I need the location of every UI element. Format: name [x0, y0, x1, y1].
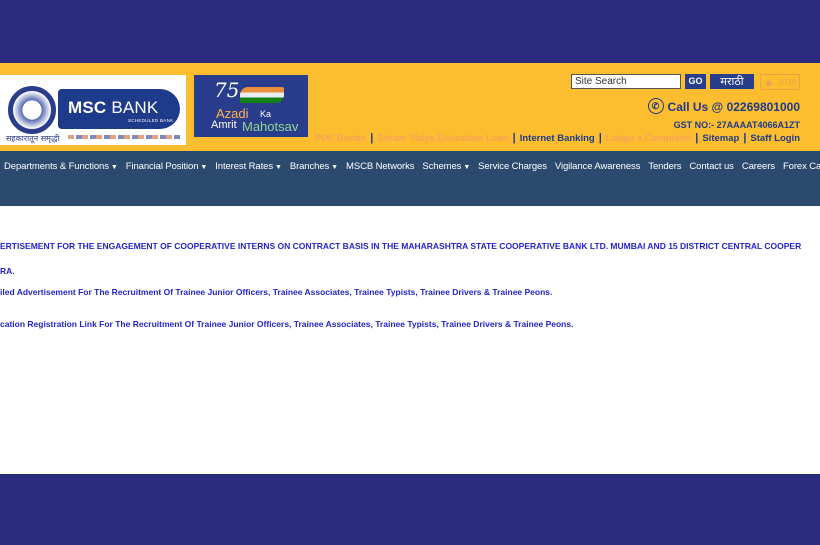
link-separator: | [512, 132, 516, 144]
bottom-banner-band [0, 474, 820, 545]
nav-contact-us[interactable]: Contact us [689, 161, 734, 172]
atm-label: ATM [778, 78, 795, 87]
dropdown-caret-icon: ▼ [274, 164, 282, 171]
site-header: सहकारातून समृद्धी MSC BANK SCHEDULED BAN… [0, 63, 820, 151]
link-separator: | [743, 132, 747, 144]
link-internet-banking[interactable]: Internet Banking [520, 133, 595, 144]
nav-careers[interactable]: Careers [742, 161, 775, 172]
nav-forex-card[interactable]: Forex Card [783, 161, 820, 172]
nav-branches[interactable]: Branches ▼ [290, 161, 338, 172]
tricolor-flag-icon [240, 87, 284, 103]
marathi-language-button[interactable]: मराठी [710, 74, 754, 89]
azadi-ka-amrit-mahotsav-logo: 75 Azadi Ka Amrit Mahotsav [194, 75, 308, 137]
notice-link-detailed-advertisement[interactable]: iled Advertisement For The Recruitment O… [0, 287, 552, 297]
call-us-text: Call Us @ 02269801000 [667, 100, 800, 114]
dropdown-caret-icon: ▼ [331, 164, 339, 171]
logo-tagline: सहकारातून समृद्धी [6, 134, 60, 143]
atm-locator-button[interactable]: ◆ ATM [760, 74, 800, 90]
bank-seal-icon [8, 86, 56, 134]
nav-interest-rates[interactable]: Interest Rates ▼ [215, 161, 282, 172]
location-pin-icon: ◆ [765, 78, 773, 89]
bank-subtitle: SCHEDULED BANK [128, 118, 174, 123]
main-navigation: Departments & Functions ▼ Financial Posit… [0, 151, 820, 206]
top-banner-band [0, 0, 820, 63]
bank-name: MSC BANK [68, 98, 159, 117]
notice-link-interns-continued[interactable]: RA. [0, 266, 15, 276]
header-links: PDF Bonds | Shram Vidya Education Loan | Int… [315, 132, 800, 144]
nav-tenders[interactable]: Tenders [648, 161, 681, 172]
nav-mscb-networks[interactable]: MSCB Networks [346, 161, 414, 172]
azadi-mahotsav-text: Mahotsav [242, 119, 299, 134]
link-shram-vidya-education-loan[interactable]: Shram Vidya Education Loan [377, 133, 508, 144]
link-separator: | [370, 132, 374, 144]
site-search-input[interactable] [571, 74, 681, 89]
azadi-ka-text: Ka [260, 109, 272, 119]
nav-vigilance-awareness[interactable]: Vigilance Awareness [555, 161, 641, 172]
azadi-75-text: 75 [214, 78, 240, 102]
main-content: ERTISEMENT FOR THE ENGAGEMENT OF COOPERA… [0, 206, 820, 474]
dropdown-caret-icon: ▼ [200, 164, 208, 171]
dropdown-caret-icon: ▼ [463, 164, 471, 171]
link-pdf-bonds[interactable]: PDF Bonds [315, 133, 366, 144]
msc-bank-logo[interactable]: सहकारातून समृद्धी MSC BANK SCHEDULED BAN… [0, 75, 186, 145]
call-us: ✆ Call Us @ 02269801000 [647, 98, 800, 114]
phone-icon: ✆ [647, 98, 664, 114]
link-sitemap[interactable]: Sitemap [702, 133, 739, 144]
link-separator: | [695, 132, 699, 144]
azadi-amrit-text: Amrit [211, 119, 237, 131]
nav-financial-position[interactable]: Financial Position ▼ [126, 161, 208, 172]
link-staff-login[interactable]: Staff Login [750, 133, 800, 144]
dropdown-caret-icon: ▼ [110, 164, 118, 171]
notice-link-application-registration[interactable]: cation Registration Link For The Recruit… [0, 319, 573, 329]
logo-strip [68, 135, 180, 139]
link-lodge-a-complaint[interactable]: Lodge a Complaint [606, 133, 692, 144]
bank-name-pill: MSC BANK SCHEDULED BANK [58, 89, 180, 129]
gst-number: GST NO:- 27AAAAT4066A1ZT [673, 120, 800, 130]
nav-schemes[interactable]: Schemes ▼ [422, 161, 470, 172]
search-go-button[interactable]: GO [685, 74, 706, 89]
nav-service-charges[interactable]: Service Charges [478, 161, 547, 172]
link-separator: | [598, 132, 602, 144]
nav-departments-functions[interactable]: Departments & Functions ▼ [4, 161, 118, 172]
notice-link-interns[interactable]: ERTISEMENT FOR THE ENGAGEMENT OF COOPERA… [0, 241, 801, 251]
